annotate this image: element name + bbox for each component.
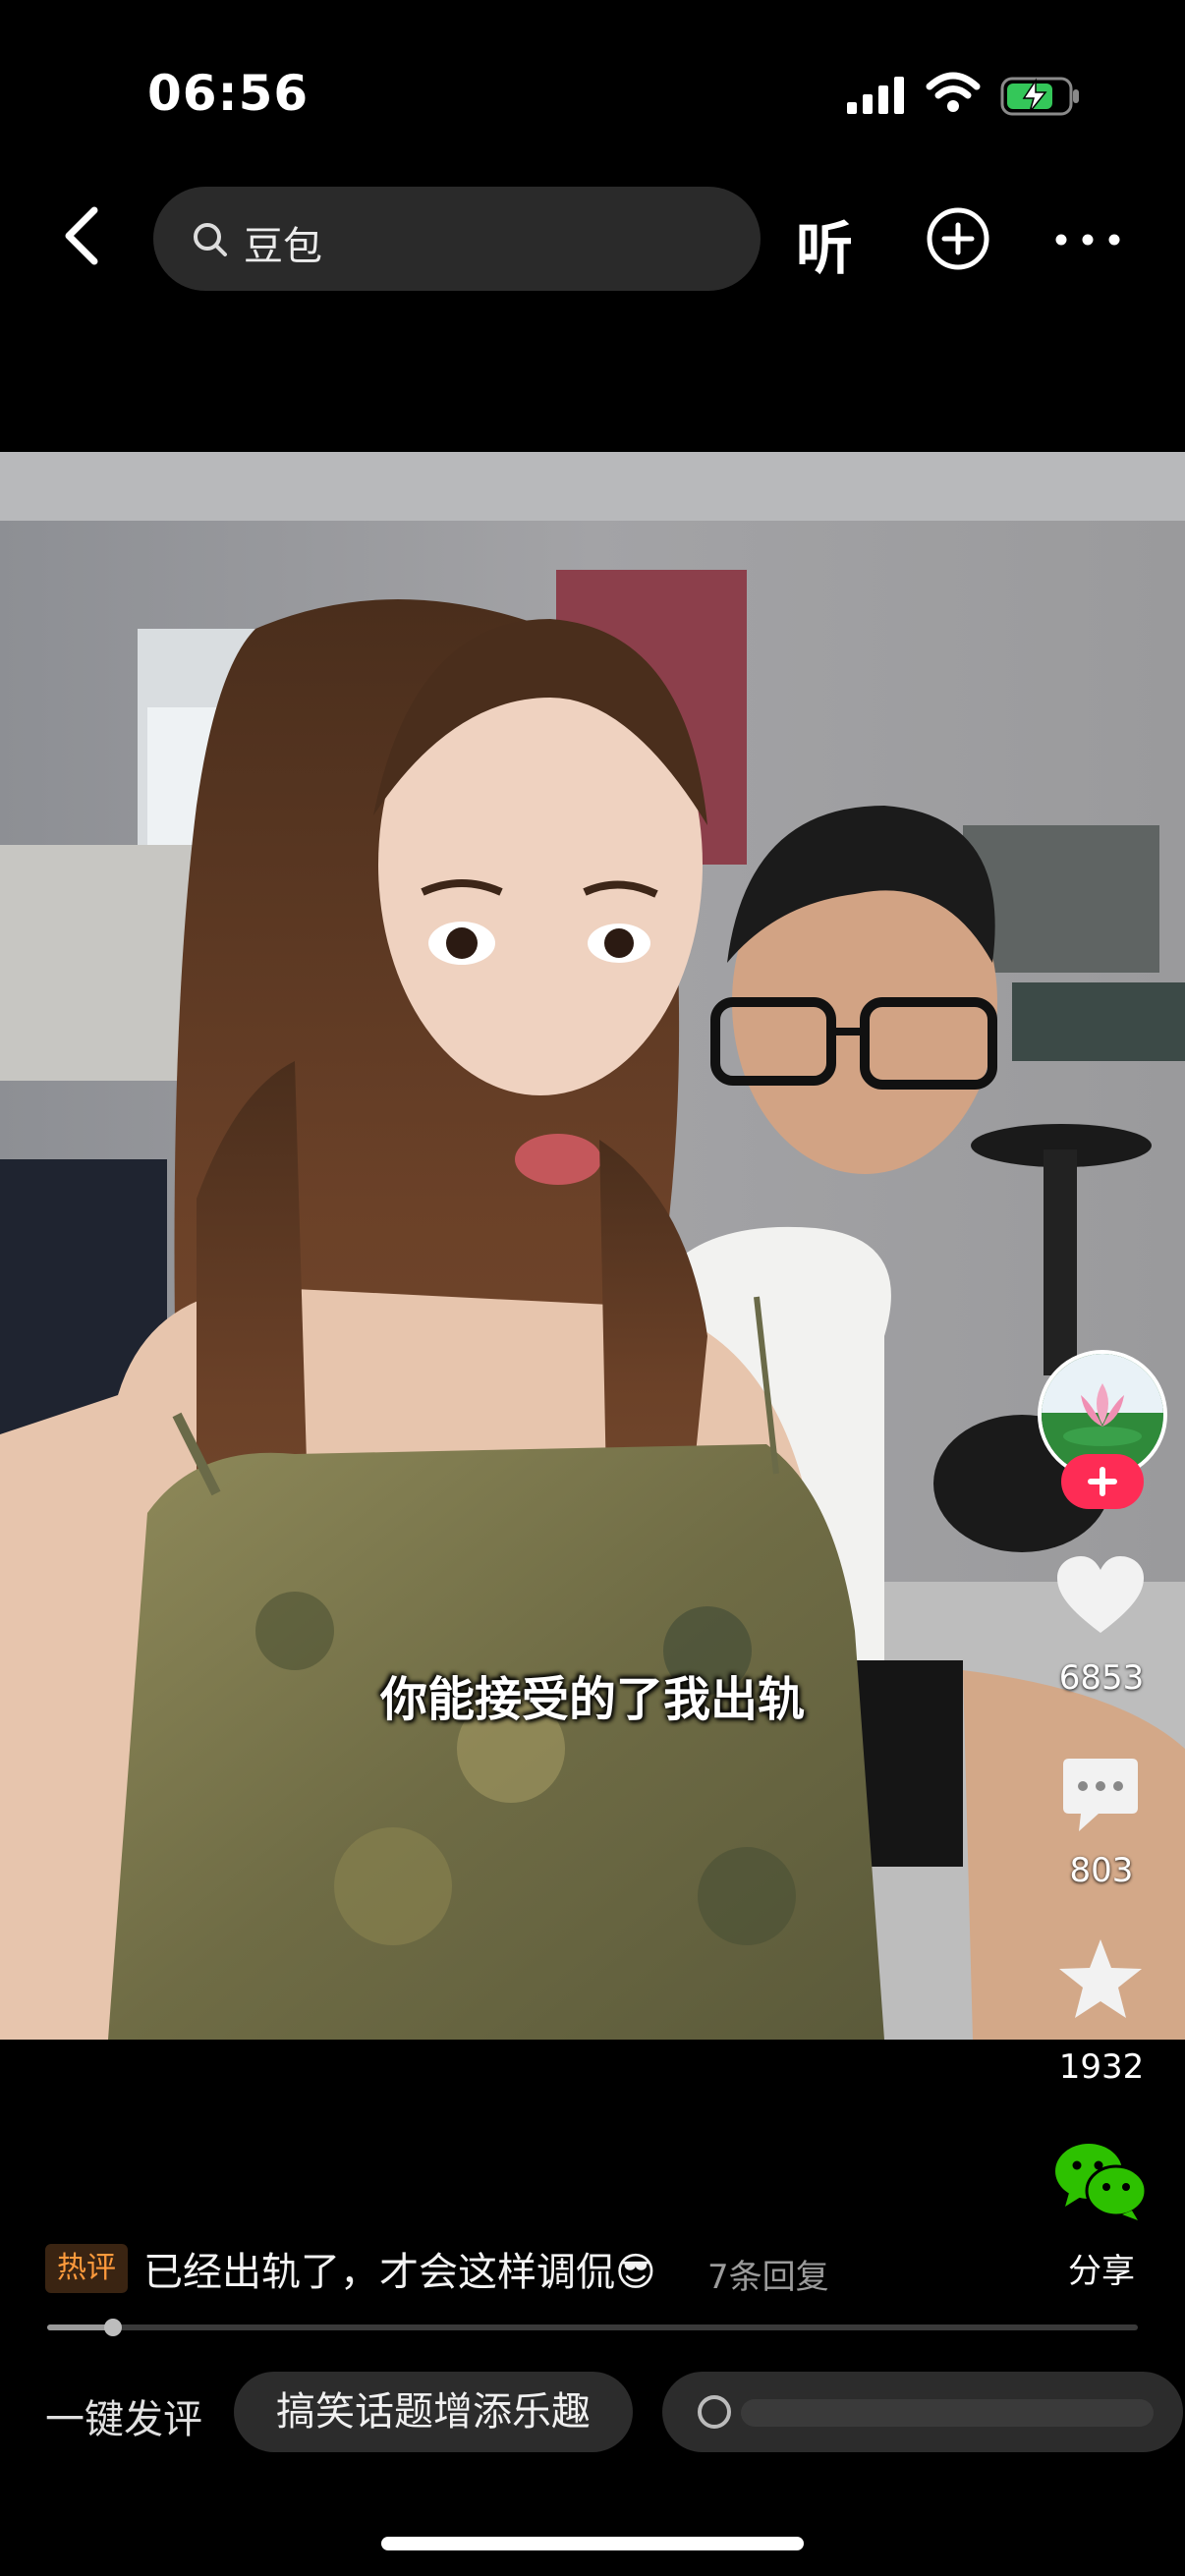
quick-comment-chip-blurred[interactable] xyxy=(662,2372,1183,2452)
video-subtitle: 你能接受的了我出轨 xyxy=(379,1672,805,1727)
follow-button[interactable] xyxy=(1061,1454,1144,1509)
at-icon xyxy=(698,2395,731,2429)
star-icon[interactable] xyxy=(1055,1935,1146,2026)
hot-comment-text[interactable]: 已经出轨了，才会这样调侃😎 xyxy=(143,2240,656,2297)
reply-count[interactable]: 7条回复 xyxy=(707,2250,829,2298)
plus-icon xyxy=(1088,1467,1117,1496)
progress-handle[interactable] xyxy=(103,2319,122,2336)
wifi-icon xyxy=(926,72,981,112)
favorite-count: 1932 xyxy=(1058,2047,1145,2087)
listen-button[interactable]: 听 xyxy=(796,202,853,285)
blurred-text xyxy=(741,2399,1154,2427)
signal-icon xyxy=(847,77,904,114)
like-count: 6853 xyxy=(1058,1658,1145,1698)
progress-bar[interactable] xyxy=(47,2319,1138,2336)
search-bar[interactable]: 豆包 xyxy=(153,187,761,291)
quick-comment-label[interactable]: 一键发评 xyxy=(45,2387,202,2444)
add-icon[interactable] xyxy=(926,206,990,271)
home-indicator[interactable] xyxy=(381,2537,804,2550)
hot-comment-badge: 热评 xyxy=(45,2244,128,2293)
comment-count: 803 xyxy=(1069,1851,1134,1890)
video-player[interactable] xyxy=(0,452,1185,2040)
search-query: 豆包 xyxy=(244,224,322,269)
back-button[interactable] xyxy=(49,196,118,275)
search-icon xyxy=(194,223,227,256)
share-label[interactable]: 分享 xyxy=(1023,2244,1180,2292)
battery-icon xyxy=(1000,77,1079,116)
more-icon[interactable] xyxy=(1051,220,1124,259)
quick-comment-chip[interactable]: 搞笑话题增添乐趣 xyxy=(234,2372,633,2452)
heart-icon[interactable] xyxy=(1055,1554,1146,1639)
comment-icon[interactable] xyxy=(1059,1755,1142,1837)
status-time: 06:56 xyxy=(147,65,310,122)
progress-fill xyxy=(47,2324,113,2330)
video-frame-image xyxy=(0,452,1185,2040)
wechat-icon[interactable] xyxy=(1051,2138,1150,2224)
